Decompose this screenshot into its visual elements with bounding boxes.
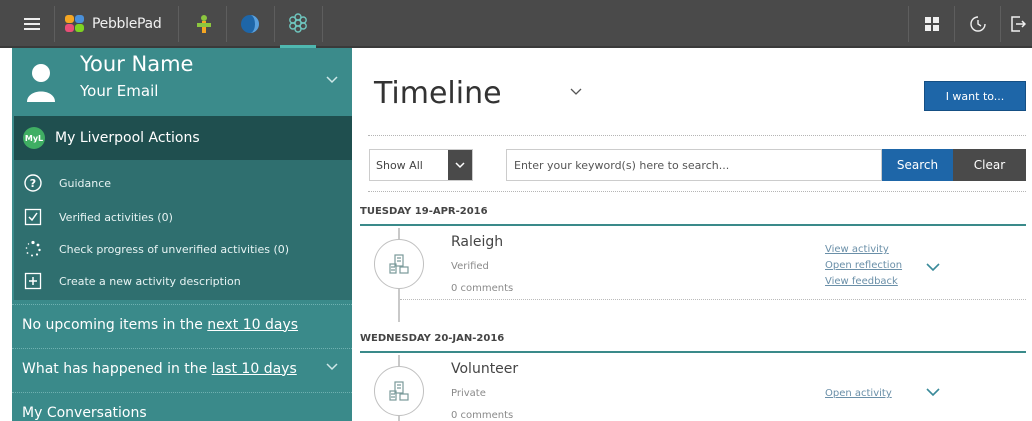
open-activity-link[interactable]: Open activity (825, 388, 892, 399)
svg-text:?: ? (30, 177, 36, 190)
user-email: Your Email (80, 82, 159, 100)
entry-comments[interactable]: 0 comments (451, 283, 513, 294)
divider (54, 6, 55, 42)
search-input[interactable]: Enter your keyword(s) here to search... (506, 149, 882, 181)
divider (226, 6, 227, 42)
chevron-down-icon[interactable] (326, 363, 338, 371)
search-placeholder: Enter your keyword(s) here to search... (514, 158, 730, 172)
pebblepad-logo-icon (65, 15, 84, 32)
chevron-down-icon[interactable] (570, 88, 582, 96)
top-bar: PebblePad (0, 0, 1032, 48)
upcoming-items-row[interactable]: No upcoming items in the next 10 days (12, 304, 352, 344)
divider (368, 191, 1026, 192)
page-title: Timeline (374, 76, 502, 111)
divider (908, 6, 909, 42)
upcoming-items-text: No upcoming items in the next 10 days (22, 316, 299, 333)
divider (178, 6, 179, 42)
next-10-days-link[interactable]: next 10 days (207, 317, 298, 333)
action-label: Create a new activity description (59, 274, 241, 288)
i-want-to-button[interactable]: I want to... (924, 81, 1026, 111)
plus-box-icon (24, 272, 42, 290)
asset-store-icon[interactable] (186, 0, 222, 48)
checkbox-icon (24, 208, 42, 226)
atlas-icon[interactable] (232, 0, 268, 48)
avatar (27, 64, 55, 102)
entry-status: Private (451, 388, 486, 399)
timeline-date-header: TUESDAY 19-APR-2016 (360, 206, 488, 217)
search-button[interactable]: Search (882, 149, 953, 181)
pebblepad-logo[interactable]: PebblePad (64, 0, 174, 48)
timeline-line (398, 300, 400, 322)
chevron-down-icon[interactable] (926, 388, 940, 397)
action-check-progress[interactable]: Check progress of unverified activities … (14, 234, 352, 264)
menu-icon[interactable] (12, 0, 52, 48)
divider (368, 135, 1026, 136)
action-label: Guidance (59, 176, 112, 190)
actions-header[interactable]: MyL My Liverpool Actions (14, 116, 352, 160)
activity-record-icon[interactable] (374, 239, 424, 289)
action-verified-activities[interactable]: Verified activities (0) (14, 202, 352, 232)
view-activity-link[interactable]: View activity (825, 244, 889, 255)
actions-title: My Liverpool Actions (55, 130, 200, 146)
last-10-days-link[interactable]: last 10 days (212, 361, 297, 377)
date-divider (360, 351, 1026, 353)
chevron-down-icon (455, 161, 465, 168)
date-divider (360, 224, 1026, 226)
entry-comments[interactable]: 0 comments (451, 410, 513, 421)
action-guidance[interactable]: ? Guidance (14, 168, 352, 198)
spinner-icon (24, 240, 42, 258)
divider (954, 6, 955, 42)
open-reflection-link[interactable]: Open reflection (825, 260, 902, 271)
user-name: Your Name (80, 52, 194, 76)
action-create-activity[interactable]: Create a new activity description (14, 266, 352, 296)
filter-value: Show All (376, 159, 423, 172)
entry-title[interactable]: Raleigh (451, 234, 503, 250)
entry-status: Verified (451, 261, 489, 272)
grid-icon[interactable] (914, 0, 950, 48)
user-profile[interactable]: Your Name Your Email (12, 48, 352, 116)
main-content: Timeline I want to... Show All Enter you… (352, 48, 1032, 421)
recent-items-row[interactable]: What has happened in the last 10 days (12, 348, 352, 388)
action-label: Check progress of unverified activities … (59, 242, 290, 256)
view-feedback-link[interactable]: View feedback (825, 276, 898, 287)
divider (1000, 6, 1001, 42)
question-icon: ? (24, 174, 42, 192)
chevron-down-icon[interactable] (926, 263, 940, 272)
sidebar: Your Name Your Email MyL My Liverpool Ac… (12, 48, 352, 421)
my-liverpool-actions: MyL My Liverpool Actions ? Guidance Veri… (14, 116, 352, 300)
activity-record-icon[interactable] (374, 366, 424, 416)
logout-icon[interactable] (1004, 0, 1032, 48)
divider (274, 6, 275, 42)
myl-badge: MyL (23, 127, 45, 149)
my-conversations-label: My Conversations (22, 404, 147, 421)
recent-items-text: What has happened in the last 10 days (22, 360, 297, 377)
chevron-down-icon[interactable] (326, 76, 338, 84)
filter-select[interactable]: Show All (369, 149, 473, 181)
timeline-entry: Raleigh Verified 0 comments View activit… (360, 228, 1026, 300)
workspace-icon[interactable] (280, 0, 316, 48)
my-conversations-row[interactable]: My Conversations (12, 392, 352, 421)
timeline-entry: Volunteer Private 0 comments Open activi… (360, 355, 1026, 421)
action-label: Verified activities (0) (59, 210, 173, 224)
divider (400, 299, 1026, 300)
history-icon[interactable] (960, 0, 996, 48)
timeline-date-header: WEDNESDAY 20-JAN-2016 (360, 333, 505, 344)
filter-dropdown-button[interactable] (448, 150, 472, 180)
clear-button[interactable]: Clear (953, 149, 1026, 181)
entry-title[interactable]: Volunteer (451, 361, 518, 377)
brand-name: PebblePad (92, 16, 162, 32)
divider (322, 6, 323, 42)
